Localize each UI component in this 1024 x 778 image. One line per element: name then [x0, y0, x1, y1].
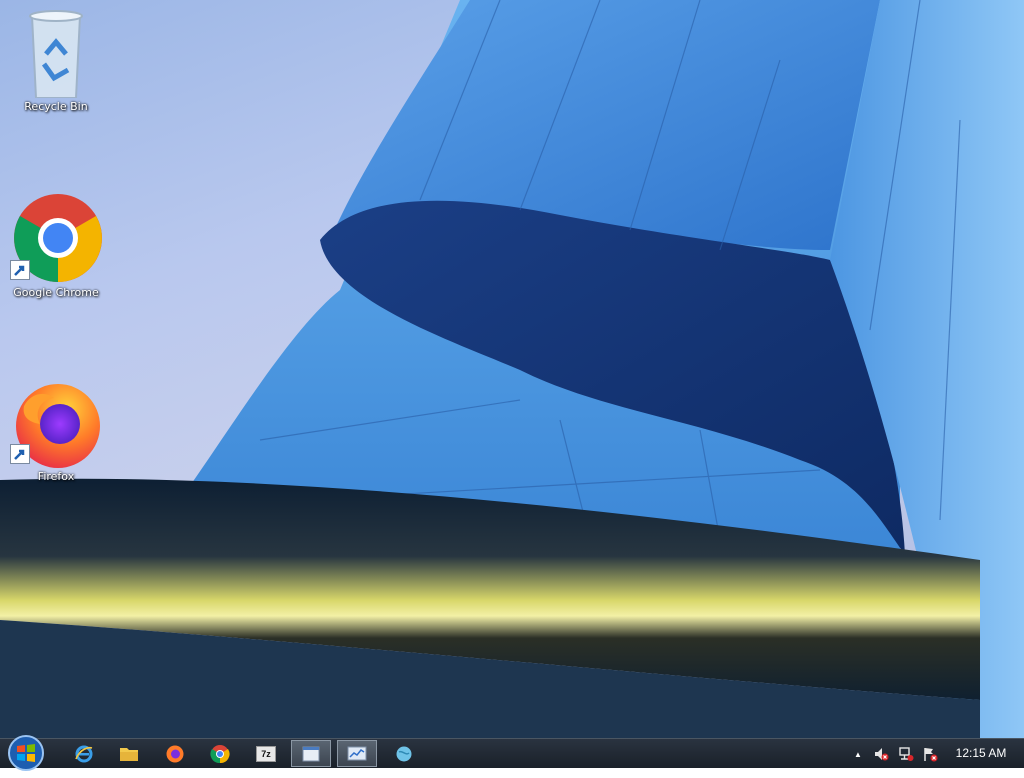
- 7zip-icon: 7z: [256, 745, 276, 762]
- desktop-icon-recycle-bin[interactable]: Recycle Bin: [8, 6, 104, 113]
- taskbar-window-app[interactable]: [291, 740, 331, 767]
- taskbar-clock[interactable]: 12:15 AM: [948, 746, 1014, 760]
- taskbar-firefox[interactable]: [155, 740, 195, 767]
- globe-app-icon: [396, 746, 412, 761]
- action-center-tray[interactable]: [921, 745, 939, 763]
- desktop-icon-label: Google Chrome: [13, 286, 99, 299]
- taskbar: 7z ▲ 12:15 AM: [0, 735, 1024, 771]
- recycle-bin-icon: [10, 6, 102, 99]
- window-app-icon: [302, 746, 320, 761]
- shortcut-arrow-icon: [10, 260, 30, 280]
- file-explorer-icon: [120, 747, 138, 761]
- firefox-icon: [166, 745, 184, 762]
- chevron-up-icon: ▲: [854, 749, 862, 759]
- taskbar-performance-monitor[interactable]: [337, 740, 377, 767]
- speaker-muted-icon: [875, 748, 889, 761]
- taskbar-file-explorer[interactable]: [109, 740, 149, 767]
- desktop-icon-label: Recycle Bin: [24, 100, 88, 113]
- shortcut-arrow-icon: [10, 444, 30, 464]
- flag-alert-icon: [924, 748, 938, 762]
- volume-muted-tray[interactable]: [872, 745, 890, 763]
- firefox-icon: [10, 376, 102, 468]
- wallpaper: [0, 0, 1024, 738]
- desktop-icon-firefox[interactable]: Firefox: [8, 376, 104, 483]
- internet-explorer-icon: [75, 745, 93, 762]
- network-icon: [899, 747, 914, 761]
- taskbar-7zip[interactable]: 7z: [246, 740, 286, 767]
- start-button[interactable]: [6, 733, 46, 773]
- desktop[interactable]: Recycle Bin Google Chrome Firefox: [0, 0, 1024, 738]
- network-tray[interactable]: [897, 745, 915, 763]
- taskbar-internet-explorer[interactable]: [64, 740, 104, 767]
- windows-logo-icon: [8, 735, 44, 771]
- taskbar-globe-app[interactable]: [384, 740, 424, 767]
- performance-monitor-icon: [347, 746, 367, 760]
- desktop-icon-google-chrome[interactable]: Google Chrome: [8, 192, 104, 299]
- chrome-icon: [10, 192, 102, 284]
- 7zip-label: 7z: [261, 748, 271, 759]
- desktop-icon-label: Firefox: [37, 470, 75, 483]
- chrome-icon: [210, 744, 230, 763]
- taskbar-chrome[interactable]: [200, 740, 240, 767]
- show-hidden-icons-button[interactable]: ▲: [849, 745, 867, 763]
